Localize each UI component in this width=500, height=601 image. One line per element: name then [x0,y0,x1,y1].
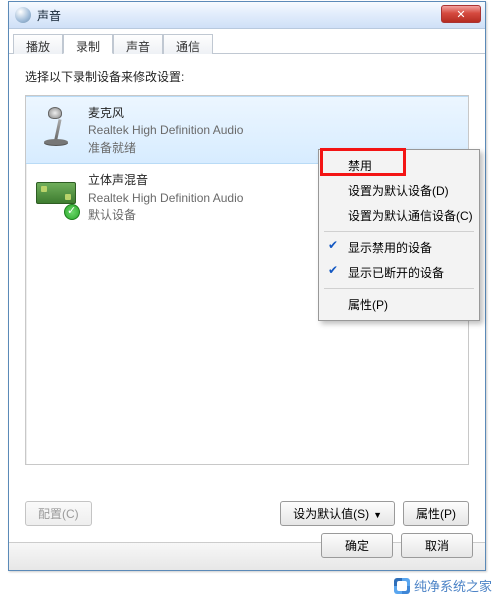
context-menu[interactable]: 禁用 设置为默认设备(D) 设置为默认通信设备(C) ✔ 显示禁用的设备 ✔ 显… [318,149,480,321]
instruction-text: 选择以下录制设备来修改设置: [25,68,469,85]
microphone-icon [34,105,78,149]
watermark-text: 纯净系统之家 [414,576,492,595]
device-name: 麦克风 [88,105,243,122]
ctx-separator [324,231,474,232]
properties-button[interactable]: 属性(P) [403,501,469,526]
configure-button[interactable]: 配置(C) [25,501,92,526]
tab-communications[interactable]: 通信 [163,34,213,54]
device-text: 立体声混音 Realtek High Definition Audio 默认设备 [88,172,243,224]
ctx-show-disabled[interactable]: ✔ 显示禁用的设备 [322,235,476,260]
ctx-set-default[interactable]: 设置为默认设备(D) [322,178,476,203]
dialog-buttons: 确定 取消 [315,527,479,564]
check-icon: ✔ [328,263,338,277]
ctx-properties[interactable]: 属性(P) [322,292,476,317]
set-default-label: 设为默认值(S) [293,507,369,521]
chevron-down-icon: ▼ [373,510,382,520]
watermark: 纯净系统之家 [394,576,492,595]
cancel-button[interactable]: 取消 [401,533,473,558]
tab-recording[interactable]: 录制 [63,34,113,54]
device-status: 准备就绪 [88,140,243,157]
ctx-label: 显示禁用的设备 [348,241,432,255]
tab-sounds[interactable]: 声音 [113,34,163,54]
tab-playback[interactable]: 播放 [13,34,63,54]
ctx-show-disconnected[interactable]: ✔ 显示已断开的设备 [322,260,476,285]
device-name: 立体声混音 [88,172,243,189]
device-driver: Realtek High Definition Audio [88,190,243,207]
tabstrip: 播放 录制 声音 通信 [9,29,485,54]
device-status: 默认设备 [88,207,243,224]
close-button[interactable]: ✕ [441,5,481,23]
device-action-buttons: 配置(C) 设为默认值(S) ▼ 属性(P) [25,501,469,526]
watermark-logo-icon [394,578,410,594]
ctx-separator [324,288,474,289]
device-driver: Realtek High Definition Audio [88,122,243,139]
device-text: 麦克风 Realtek High Definition Audio 准备就绪 [88,105,243,157]
window-title: 声音 [37,7,61,24]
ctx-label: 显示已断开的设备 [348,266,444,280]
set-default-button[interactable]: 设为默认值(S) ▼ [280,501,395,526]
sound-icon [15,7,31,23]
titlebar[interactable]: 声音 ✕ [9,2,485,29]
ctx-disable[interactable]: 禁用 [322,153,476,178]
soundcard-icon [34,172,78,216]
ok-button[interactable]: 确定 [321,533,393,558]
check-icon: ✔ [328,238,338,252]
ctx-set-default-comm[interactable]: 设置为默认通信设备(C) [322,203,476,228]
